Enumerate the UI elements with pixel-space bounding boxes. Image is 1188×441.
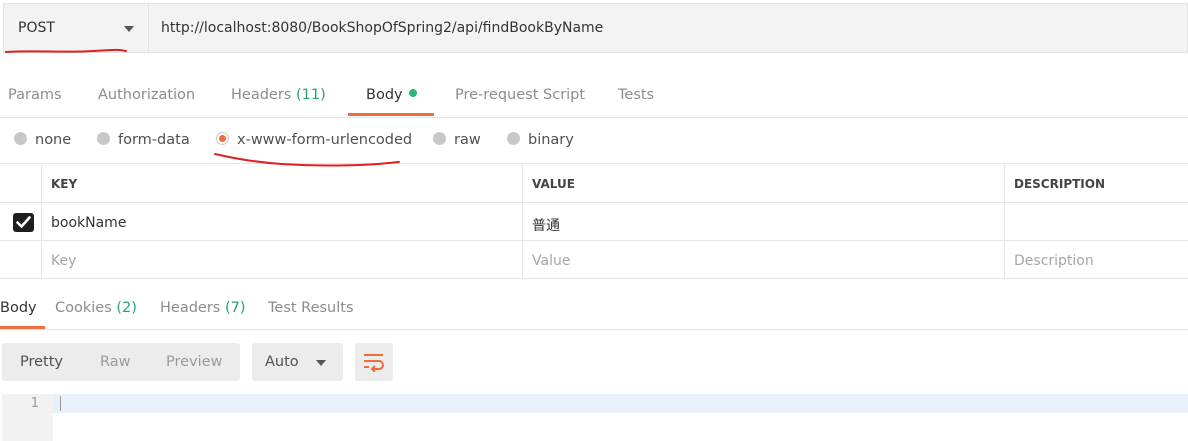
row-enabled-checkbox[interactable] xyxy=(13,213,34,232)
tab-params[interactable]: Params xyxy=(8,87,62,103)
tab-headers[interactable]: Headers (11) xyxy=(231,87,326,103)
raw-button[interactable]: Raw xyxy=(100,354,131,370)
description-input[interactable]: Description xyxy=(1004,241,1188,278)
line-number: 1 xyxy=(30,396,39,411)
description-cell[interactable] xyxy=(1004,203,1188,240)
request-url-bar: POST http://localhost:8080/BookShopOfSpr… xyxy=(0,0,1188,53)
tab-authorization[interactable]: Authorization xyxy=(98,87,195,103)
response-headers-count: (7) xyxy=(224,300,246,316)
format-label: Auto xyxy=(265,354,299,370)
tab-tests[interactable]: Tests xyxy=(618,87,654,103)
headers-count: (11) xyxy=(295,87,326,103)
col-header-value: VALUE xyxy=(522,164,1005,202)
radio-x-www-form-urlencoded[interactable]: x-www-form-urlencoded xyxy=(216,132,412,148)
request-tabs: Params Authorization Headers (11) Body P… xyxy=(0,63,1188,118)
radio-circle-icon xyxy=(97,132,110,145)
radio-none[interactable]: none xyxy=(14,132,71,148)
radio-selected-icon xyxy=(216,132,229,145)
radio-binary[interactable]: binary xyxy=(507,132,574,148)
radio-circle-icon xyxy=(433,132,446,145)
method-select[interactable]: POST xyxy=(3,3,148,53)
url-text: http://localhost:8080/BookShopOfSpring2/… xyxy=(161,20,604,36)
active-tab-underline xyxy=(0,326,45,329)
radio-form-data[interactable]: form-data xyxy=(97,132,190,148)
editor-gutter: 1 xyxy=(2,394,53,441)
radio-circle-icon xyxy=(14,132,27,145)
wrap-lines-button[interactable] xyxy=(355,343,393,381)
active-line-highlight xyxy=(53,394,1188,413)
table-header-row: KEY VALUE DESCRIPTION xyxy=(0,164,1188,203)
format-select[interactable]: Auto xyxy=(252,343,343,381)
tab-cookies[interactable]: Cookies (2) xyxy=(55,300,137,316)
wrap-lines-icon xyxy=(364,354,384,372)
table-row: bookName 普通 xyxy=(0,203,1188,241)
method-label: POST xyxy=(18,20,55,36)
key-input[interactable]: Key xyxy=(41,241,523,278)
pretty-button[interactable]: Pretty xyxy=(20,354,63,370)
tab-test-results[interactable]: Test Results xyxy=(268,300,354,316)
tab-response-body[interactable]: Body xyxy=(0,300,37,316)
text-cursor xyxy=(60,396,61,411)
preview-button[interactable]: Preview xyxy=(166,354,222,370)
value-cell[interactable]: 普通 xyxy=(522,203,1005,240)
radio-raw[interactable]: raw xyxy=(433,132,481,148)
chevron-down-icon xyxy=(124,26,134,32)
active-tab-underline xyxy=(348,113,434,116)
key-cell[interactable]: bookName xyxy=(41,203,523,240)
view-mode-group: Pretty Raw Preview xyxy=(2,343,240,381)
radio-circle-icon xyxy=(507,132,520,145)
col-header-key: KEY xyxy=(41,164,523,202)
value-input[interactable]: Value xyxy=(522,241,1005,278)
url-input[interactable]: http://localhost:8080/BookShopOfSpring2/… xyxy=(148,3,1188,53)
check-icon xyxy=(16,216,31,228)
body-active-dot-icon xyxy=(408,89,417,97)
body-type-options: none form-data x-www-form-urlencoded raw… xyxy=(0,118,1188,164)
params-table: KEY VALUE DESCRIPTION bookName 普通 Key Va… xyxy=(0,164,1188,279)
cookies-count: (2) xyxy=(116,300,137,316)
response-tabs: Body Cookies (2) Headers (7) Test Result… xyxy=(0,290,1188,330)
tab-body[interactable]: Body xyxy=(366,87,417,103)
col-header-description: DESCRIPTION xyxy=(1004,164,1188,202)
tab-pre-request-script[interactable]: Pre-request Script xyxy=(455,87,585,103)
chevron-down-icon xyxy=(316,360,326,366)
tab-response-headers[interactable]: Headers (7) xyxy=(160,300,246,316)
table-row-placeholder: Key Value Description xyxy=(0,241,1188,279)
